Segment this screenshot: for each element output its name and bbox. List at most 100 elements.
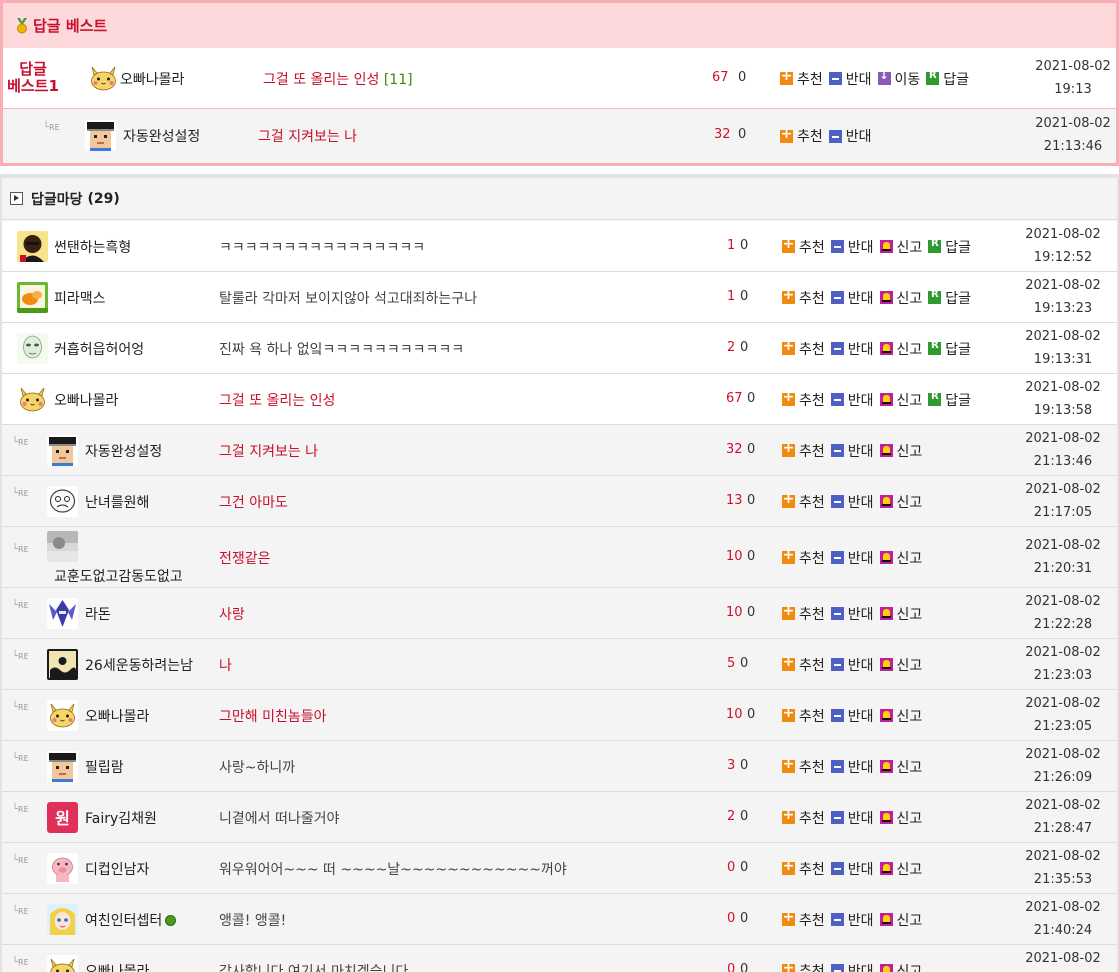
move-button[interactable]: 이동 <box>895 69 921 89</box>
report-siren-icon[interactable] <box>879 658 893 671</box>
report-siren-icon[interactable] <box>879 811 893 824</box>
oppose-minus-icon[interactable] <box>828 129 842 143</box>
report-button[interactable]: 신고 <box>897 339 923 359</box>
nickname[interactable]: 자동완성설정 <box>123 126 200 146</box>
nickname[interactable]: 난녀를원해 <box>85 492 149 512</box>
recommend-plus-icon[interactable] <box>782 960 795 972</box>
report-siren-icon[interactable] <box>879 291 893 304</box>
recommend-plus-icon[interactable] <box>782 491 795 508</box>
oppose-button[interactable]: 반대 <box>848 237 874 257</box>
report-siren-icon[interactable] <box>879 709 893 722</box>
recommend-button[interactable]: 추천 <box>799 237 825 257</box>
nickname[interactable]: 피라맥스 <box>54 288 106 308</box>
oppose-minus-icon[interactable] <box>828 72 842 85</box>
nickname[interactable]: 커흡허읍허어엉 <box>54 339 144 359</box>
recommend-plus-icon[interactable] <box>782 287 795 304</box>
oppose-button[interactable]: 반대 <box>848 492 874 512</box>
report-siren-icon[interactable] <box>879 342 893 355</box>
oppose-button[interactable]: 반대 <box>846 69 872 89</box>
report-siren-icon[interactable] <box>879 240 893 253</box>
reply-r-icon[interactable] <box>928 340 942 355</box>
oppose-minus-icon[interactable] <box>830 495 844 508</box>
reply-subject[interactable]: 그건 아마도 <box>219 492 288 512</box>
nickname[interactable]: 여친인터셉터 <box>85 910 177 930</box>
oppose-minus-icon[interactable] <box>830 811 844 824</box>
nickname[interactable]: 26세운동하려는남 <box>85 655 193 675</box>
oppose-minus-icon[interactable] <box>830 393 844 406</box>
nickname[interactable]: 라돈 <box>85 604 111 624</box>
recommend-button[interactable]: 추천 <box>799 757 825 777</box>
reply-subject[interactable]: 감사합니다 여기서 마치겠습니다. <box>219 961 413 972</box>
oppose-button[interactable]: 반대 <box>848 961 874 972</box>
nickname[interactable]: 오빠나몰라 <box>85 706 149 726</box>
oppose-button[interactable]: 반대 <box>848 604 874 624</box>
oppose-button[interactable]: 반대 <box>846 126 872 146</box>
nickname[interactable]: 자동완성설정 <box>85 441 162 461</box>
recommend-plus-icon[interactable] <box>782 603 795 620</box>
reply-r-icon[interactable] <box>928 289 942 304</box>
reply-r-icon[interactable] <box>928 238 942 253</box>
recommend-button[interactable]: 추천 <box>799 548 825 568</box>
oppose-button[interactable]: 반대 <box>848 548 874 568</box>
oppose-button[interactable]: 반대 <box>848 706 874 726</box>
nickname[interactable]: 오빠나몰라 <box>54 390 118 410</box>
recommend-plus-icon[interactable] <box>782 654 795 671</box>
recommend-button[interactable]: 추천 <box>799 910 825 930</box>
reply-button[interactable]: 답글 <box>945 237 971 257</box>
report-button[interactable]: 신고 <box>897 910 923 930</box>
oppose-minus-icon[interactable] <box>830 291 844 304</box>
recommend-button[interactable]: 추천 <box>799 441 825 461</box>
oppose-button[interactable]: 반대 <box>848 288 874 308</box>
recommend-plus-icon[interactable] <box>782 338 795 355</box>
recommend-plus-icon[interactable] <box>782 547 795 564</box>
reply-button[interactable]: 답글 <box>945 390 971 410</box>
reply-subject[interactable]: 그걸 또 올리는 인성 [11] <box>263 69 413 89</box>
report-button[interactable]: 신고 <box>897 961 923 972</box>
oppose-minus-icon[interactable] <box>830 444 844 457</box>
reply-subject[interactable]: ㅋㅋㅋㅋㅋㅋㅋㅋㅋㅋㅋㅋㅋㅋㅋㅋ <box>219 237 425 257</box>
recommend-plus-icon[interactable] <box>782 705 795 722</box>
move-arrow-icon[interactable] <box>877 69 891 85</box>
report-button[interactable]: 신고 <box>897 808 923 828</box>
nickname[interactable]: Fairy김채원 <box>85 808 157 828</box>
report-button[interactable]: 신고 <box>897 492 923 512</box>
recommend-plus-icon[interactable] <box>782 909 795 926</box>
oppose-minus-icon[interactable] <box>830 964 844 972</box>
recommend-button[interactable]: 추천 <box>799 655 825 675</box>
nickname[interactable]: 필립람 <box>85 757 124 777</box>
nickname[interactable]: 교훈도없고감동도없고 <box>54 566 183 586</box>
recommend-plus-icon[interactable] <box>782 858 795 875</box>
report-button[interactable]: 신고 <box>897 706 923 726</box>
reply-subject[interactable]: 나 <box>219 655 232 675</box>
oppose-minus-icon[interactable] <box>830 607 844 620</box>
report-button[interactable]: 신고 <box>897 655 923 675</box>
oppose-minus-icon[interactable] <box>830 342 844 355</box>
nickname[interactable]: 오빠나몰라 <box>85 961 149 972</box>
recommend-plus-icon[interactable] <box>782 440 795 457</box>
recommend-button[interactable]: 추천 <box>797 126 823 146</box>
oppose-button[interactable]: 반대 <box>848 859 874 879</box>
recommend-plus-icon[interactable] <box>782 389 795 406</box>
recommend-plus-icon[interactable] <box>780 68 793 85</box>
oppose-minus-icon[interactable] <box>830 913 844 926</box>
recommend-plus-icon[interactable] <box>782 807 795 824</box>
recommend-button[interactable]: 추천 <box>799 706 825 726</box>
oppose-button[interactable]: 반대 <box>848 339 874 359</box>
recommend-button[interactable]: 추천 <box>799 390 825 410</box>
recommend-button[interactable]: 추천 <box>799 808 825 828</box>
reply-subject[interactable]: 그걸 지켜보는 나 <box>219 441 318 461</box>
recommend-plus-icon[interactable] <box>780 126 793 143</box>
reply-subject[interactable]: 전쟁같은 <box>219 548 271 568</box>
report-siren-icon[interactable] <box>879 393 893 406</box>
recommend-button[interactable]: 추천 <box>799 339 825 359</box>
expand-icon[interactable] <box>10 192 23 205</box>
report-siren-icon[interactable] <box>879 607 893 620</box>
reply-subject[interactable]: 워우워어어~~~ 떠 ~~~~날~~~~~~~~~~~~꺼야 <box>219 859 567 879</box>
reply-r-icon[interactable] <box>926 70 940 85</box>
report-button[interactable]: 신고 <box>897 441 923 461</box>
oppose-button[interactable]: 반대 <box>848 390 874 410</box>
recommend-button[interactable]: 추천 <box>799 859 825 879</box>
reply-r-icon[interactable] <box>928 391 942 406</box>
report-button[interactable]: 신고 <box>897 390 923 410</box>
report-button[interactable]: 신고 <box>897 604 923 624</box>
